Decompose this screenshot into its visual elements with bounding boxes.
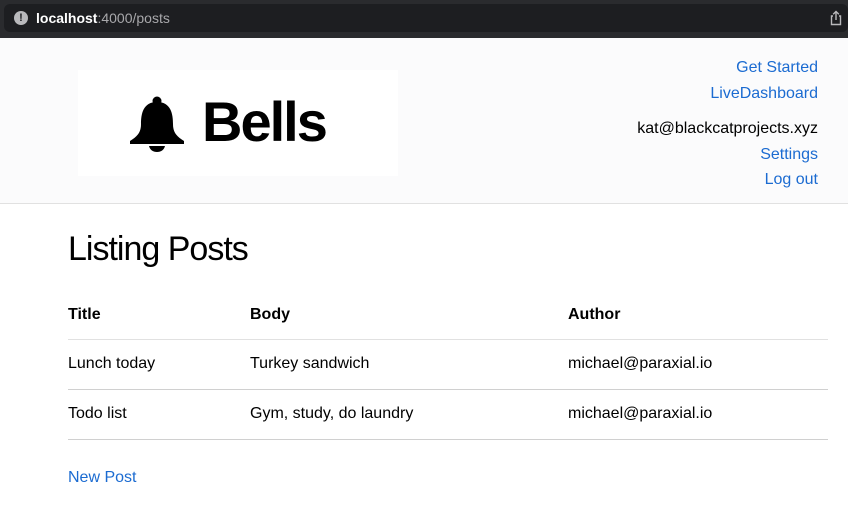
live-dashboard-link[interactable]: LiveDashboard: [637, 82, 818, 108]
column-header-body: Body: [250, 306, 290, 324]
url-host: localhost: [36, 10, 98, 26]
log-out-link[interactable]: Log out: [637, 168, 818, 194]
logo[interactable]: Bells: [78, 70, 398, 176]
table-header-row: Title Body Author: [68, 292, 828, 339]
logo-text: Bells: [202, 90, 328, 153]
post-author: michael@paraxial.io: [568, 405, 713, 422]
post-title: Todo list: [68, 405, 127, 422]
address-bar[interactable]: ! localhost:4000/posts: [4, 4, 848, 32]
header-nav: Get Started LiveDashboard kat@blackcatpr…: [637, 56, 818, 194]
post-body: Turkey sandwich: [250, 355, 370, 372]
post-title: Lunch today: [68, 355, 156, 372]
browser-toolbar: ! localhost:4000/posts: [0, 0, 848, 38]
settings-link[interactable]: Settings: [637, 143, 818, 169]
get-started-link[interactable]: Get Started: [637, 56, 818, 82]
url-text[interactable]: localhost:4000/posts: [36, 10, 170, 26]
site-info-icon[interactable]: !: [14, 11, 28, 25]
share-icon[interactable]: [828, 10, 844, 26]
app-header: Bells Get Started LiveDashboard kat@blac…: [0, 38, 848, 204]
table-row[interactable]: Lunch today Turkey sandwich michael@para…: [68, 339, 828, 389]
url-path: :4000/posts: [97, 10, 170, 26]
column-header-title: Title: [68, 306, 101, 324]
new-post-link[interactable]: New Post: [68, 469, 136, 487]
table-row[interactable]: Todo list Gym, study, do laundry michael…: [68, 389, 828, 439]
header-divider: [68, 339, 828, 340]
posts-table: Title Body Author Lunch today Turkey san…: [68, 292, 828, 440]
bell-icon: [130, 96, 184, 152]
user-email: kat@blackcatprojects.xyz: [637, 120, 818, 137]
post-author: michael@paraxial.io: [568, 355, 713, 372]
column-header-author: Author: [568, 306, 621, 324]
post-body: Gym, study, do laundry: [250, 405, 414, 422]
page-title: Listing Posts: [68, 230, 249, 268]
